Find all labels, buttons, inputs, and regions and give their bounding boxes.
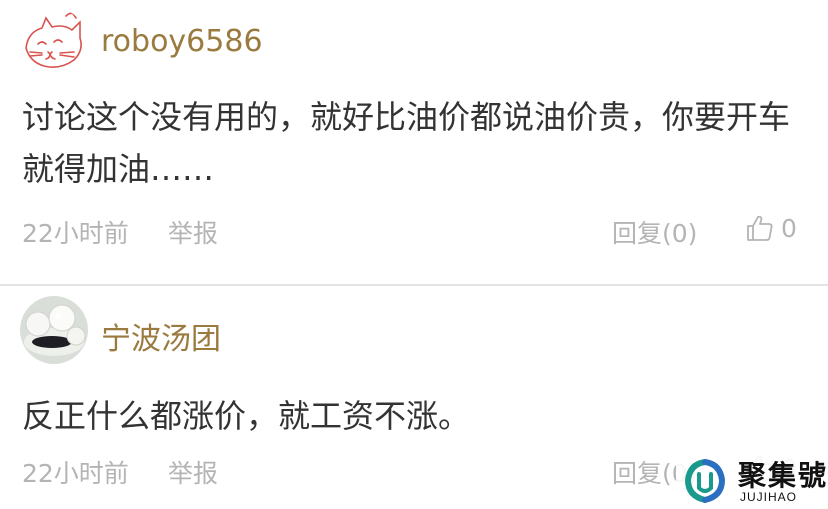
- jujihao-logo-icon: [684, 459, 726, 503]
- like-count: 0: [781, 213, 797, 243]
- thumbs-up-icon: [747, 215, 773, 241]
- watermark-chinese: 聚集號: [738, 459, 828, 492]
- report-button[interactable]: 举报: [168, 454, 218, 490]
- reply-button[interactable]: 回复(0): [612, 214, 697, 250]
- avatar[interactable]: [20, 8, 88, 76]
- comment-time: 22小时前: [22, 219, 129, 248]
- report-button[interactable]: 举报: [168, 214, 218, 250]
- watermark-english: JUJIHAO: [740, 490, 798, 504]
- comment-text: 反正什么都涨价，就工资不涨。: [22, 397, 471, 435]
- watermark: 聚集號 JUJIHAO: [676, 452, 828, 509]
- username[interactable]: 宁波汤团: [101, 314, 221, 358]
- username[interactable]: roboy6586: [101, 24, 263, 59]
- comment-time: 22小时前: [22, 459, 129, 488]
- like-button[interactable]: 0: [745, 212, 797, 244]
- comment-item: roboy6586 讨论这个没有用的，就好比油价都说油价贵，你要开车就得加油………: [0, 0, 828, 284]
- cat-sketch-avatar-icon: [20, 8, 88, 76]
- tangyuan-photo-avatar-icon: [20, 296, 88, 364]
- avatar[interactable]: [20, 296, 88, 364]
- comment-text: 讨论这个没有用的，就好比油价都说油价贵，你要开车就得加油……: [22, 98, 791, 188]
